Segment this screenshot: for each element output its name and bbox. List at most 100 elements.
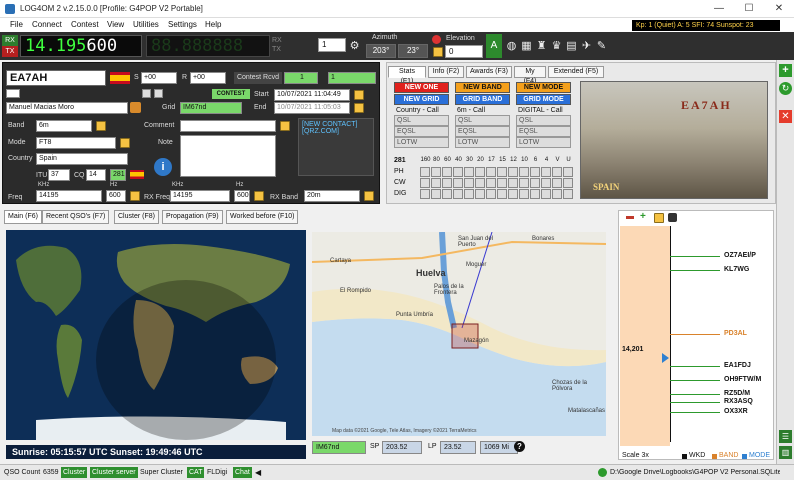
rx-freq-lock-icon[interactable] <box>254 191 264 201</box>
bandmap-spot[interactable]: KL7WG <box>724 266 749 273</box>
rx-freq-hz-input[interactable]: 600 <box>234 190 250 202</box>
status-cluster-server[interactable]: Cluster server <box>90 467 138 478</box>
start-lock-icon[interactable] <box>354 90 364 100</box>
elevation-input[interactable]: 0 <box>445 45 483 58</box>
bandmap-spot[interactable]: PD3AL <box>724 330 747 337</box>
rotator-icon[interactable]: A <box>486 34 502 58</box>
menu-help[interactable]: Help <box>205 20 221 29</box>
prefix-input[interactable] <box>6 89 20 98</box>
bandmap-spot[interactable]: OH9FTW/M <box>724 376 761 383</box>
refresh-icon[interactable]: ↻ <box>779 82 792 95</box>
bandmap-settings-icon[interactable] <box>668 213 677 222</box>
globe-icon[interactable]: ◍ <box>505 40 518 53</box>
band-lock-icon[interactable] <box>96 121 106 131</box>
elevation-lock-icon[interactable] <box>433 47 443 57</box>
tab-worked-before[interactable]: Worked before (F10) <box>226 210 299 224</box>
help-icon[interactable]: ? <box>514 441 525 452</box>
note-textarea[interactable] <box>180 135 276 177</box>
s-rst-input[interactable]: +00 <box>141 72 177 84</box>
name-input[interactable]: Manuel Macias Moro <box>6 102 128 114</box>
local-map[interactable]: Huelva San Juan del Puerto Bonares Carta… <box>312 232 606 436</box>
tab-propagation[interactable]: Propagation (F9) <box>162 210 223 224</box>
mode-lock-icon[interactable] <box>120 138 130 148</box>
world-map[interactable] <box>6 230 306 440</box>
menu-view[interactable]: View <box>107 20 124 29</box>
speaker-icon[interactable]: ◀ <box>255 468 261 477</box>
frequency-display[interactable]: 14.195600 <box>20 35 142 57</box>
zoom-in-icon[interactable]: + <box>640 212 646 222</box>
bandmap-spot[interactable]: EA1FDJ <box>724 362 751 369</box>
tab-my[interactable]: My (F4) <box>514 66 546 85</box>
info-icon[interactable]: i <box>154 158 172 176</box>
quick-toggle-2[interactable] <box>154 89 163 98</box>
bandmap-cursor[interactable] <box>662 353 669 363</box>
gear-icon[interactable]: ⚙ <box>348 40 361 53</box>
locator-field[interactable]: IM67nd <box>312 441 366 454</box>
add-icon[interactable]: + <box>779 64 792 77</box>
tab-main[interactable]: Main (F6) <box>4 210 42 224</box>
country-select[interactable]: Spain <box>36 153 128 165</box>
rx-freq-khz-input[interactable]: 14195 <box>170 190 230 202</box>
tab-stats[interactable]: Stats (F1) <box>388 66 426 85</box>
comment-lock-icon[interactable] <box>280 121 290 131</box>
rx-band-lock-icon[interactable] <box>364 191 374 201</box>
qrz-link[interactable]: [QRZ.COM] <box>299 128 373 135</box>
chart-icon[interactable]: ▥ <box>779 446 792 459</box>
mode-select[interactable]: FT8 <box>36 137 116 149</box>
minimize-button[interactable]: — <box>704 0 734 18</box>
status-fldigi[interactable]: FLDigi <box>207 469 227 476</box>
tab-recent-qsos[interactable]: Recent QSO's (F7) <box>42 210 110 224</box>
bandmap-spot[interactable]: OZ7AEI/P <box>724 252 756 259</box>
tab-info[interactable]: Info (F2) <box>428 66 464 78</box>
satellite-icon[interactable]: ✈ <box>580 40 593 53</box>
menu-connect[interactable]: Connect <box>32 20 62 29</box>
name-lookup-icon[interactable] <box>130 102 141 113</box>
tab-awards[interactable]: Awards (F3) <box>466 66 512 78</box>
azimuth-lp[interactable]: 23° <box>398 44 428 58</box>
contest-rcvd-input[interactable]: 1 <box>284 72 318 84</box>
menu-settings[interactable]: Settings <box>168 20 197 29</box>
tab-cluster[interactable]: Cluster (F8) <box>114 210 159 224</box>
menu-contest[interactable]: Contest <box>71 20 99 29</box>
azimuth-sp[interactable]: 203° <box>366 44 396 58</box>
end-input[interactable]: 10/07/2021 11:05:03 <box>274 102 350 114</box>
alarm-icon[interactable] <box>432 35 441 44</box>
freq-lock-icon[interactable] <box>130 191 140 201</box>
quick-toggle-1[interactable] <box>142 89 151 98</box>
step-selector[interactable]: 1 <box>318 38 346 52</box>
menu-file[interactable]: File <box>10 20 23 29</box>
freq-hz-input[interactable]: 600 <box>106 190 126 202</box>
r-rst-input[interactable]: +00 <box>190 72 226 84</box>
status-cluster[interactable]: Cluster <box>61 467 88 478</box>
grid-input[interactable]: IM67nd <box>180 102 242 114</box>
menu-utilities[interactable]: Utilities <box>133 20 159 29</box>
freq-khz-input[interactable]: 14195 <box>36 190 102 202</box>
comment-input[interactable] <box>180 120 276 132</box>
clear-icon[interactable]: ✕ <box>779 110 792 123</box>
status-chat[interactable]: Chat <box>233 467 252 478</box>
tab-extended[interactable]: Extended (F5) <box>548 66 604 78</box>
dxcc-input[interactable]: 281 <box>110 169 126 181</box>
itu-input[interactable]: 37 <box>48 169 70 181</box>
bandmap-scale[interactable]: Scale 3x <box>622 452 649 459</box>
pen-icon[interactable]: ✎ <box>595 40 608 53</box>
grid-icon[interactable]: ▦ <box>520 40 533 53</box>
maximize-button[interactable]: ☐ <box>734 0 764 18</box>
end-lock-icon[interactable] <box>354 103 364 113</box>
zoom-out-icon[interactable] <box>626 216 634 219</box>
status-cat[interactable]: CAT <box>187 467 205 478</box>
cq-input[interactable]: 14 <box>86 169 106 181</box>
bandmap-spot[interactable]: RX3ASQ <box>724 398 753 405</box>
list-icon[interactable]: ☰ <box>779 430 792 443</box>
status-super-cluster[interactable]: Super Cluster <box>140 469 183 476</box>
close-button[interactable]: ✕ <box>764 0 794 18</box>
start-input[interactable]: 10/07/2021 11:04:49 <box>274 89 350 101</box>
chess-icon[interactable]: ♜ <box>535 40 548 53</box>
bandmap-spot[interactable]: RZ5D/M <box>724 390 750 397</box>
callsign-input[interactable]: EA7AH <box>6 70 106 86</box>
rx-band-select[interactable]: 20m <box>304 190 360 202</box>
card-icon[interactable]: ▤ <box>565 40 578 53</box>
crown-icon[interactable]: ♛ <box>550 40 563 53</box>
contest-rcvd-input-2[interactable]: 1 <box>328 72 376 84</box>
bandmap-spot[interactable]: OX3XR <box>724 408 748 415</box>
